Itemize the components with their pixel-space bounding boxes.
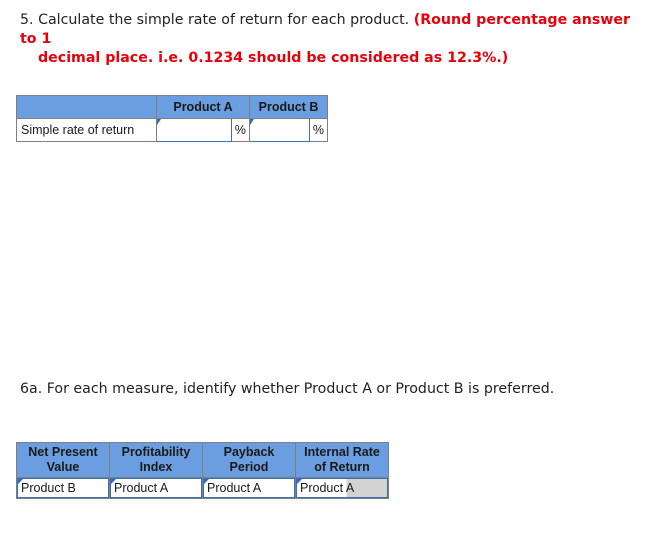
question-5-number: 5. xyxy=(20,12,34,28)
npv-select[interactable]: Product B xyxy=(17,478,109,498)
table-row: Product B Product A Product A Product A xyxy=(16,477,389,499)
header-pi-line2: Index xyxy=(139,460,173,474)
table-header-row: Net Present Value Profitability Index Payb… xyxy=(16,442,389,478)
question-5: 5. Calculate the simple rate of return f… xyxy=(20,11,640,68)
header-irr-line2: of Return xyxy=(314,460,370,474)
table-header-row: Product A Product B xyxy=(16,95,328,119)
question-5-instruction-2: decimal place. i.e. 0.1234 should be con… xyxy=(38,50,509,66)
question-6a: 6a. For each measure, identify whether P… xyxy=(20,381,555,397)
header-payback-line2: Period xyxy=(229,460,269,474)
table-row: Simple rate of return % % xyxy=(16,118,329,142)
irr-select[interactable]: Product A xyxy=(296,478,388,498)
input-flag-icon xyxy=(204,479,209,484)
profitability-index-select[interactable]: Product A xyxy=(110,478,202,498)
simple-rate-table: Product A Product B Simple rate of retur… xyxy=(16,95,329,142)
payback-selected-value: Product A xyxy=(207,481,262,495)
input-flag-icon xyxy=(250,119,254,125)
product-a-rate-input[interactable] xyxy=(156,118,232,142)
header-profitability-index: Profitability Index xyxy=(109,442,203,478)
header-payback-period: Payback Period xyxy=(202,442,296,478)
product-b-percent-unit: % xyxy=(308,118,329,142)
pi-selected-value: Product A xyxy=(114,481,169,495)
irr-cell: Product A xyxy=(295,477,389,499)
input-flag-icon xyxy=(297,479,302,484)
header-irr: Internal Rate of Return xyxy=(295,442,389,478)
product-a-percent-unit: % xyxy=(230,118,251,142)
product-b-rate-input[interactable] xyxy=(249,118,310,142)
input-flag-icon xyxy=(111,479,116,484)
npv-cell: Product B xyxy=(16,477,110,499)
header-payback-line1: Payback xyxy=(223,445,275,459)
question-5-text: Calculate the simple rate of return for … xyxy=(38,12,410,28)
header-product-a: Product A xyxy=(156,95,250,119)
preference-table: Net Present Value Profitability Index Payb… xyxy=(16,442,389,499)
payback-cell: Product A xyxy=(202,477,296,499)
input-flag-icon xyxy=(157,119,161,125)
irr-selected-value: Product A xyxy=(300,481,355,495)
payback-period-select[interactable]: Product A xyxy=(203,478,295,498)
header-product-b: Product B xyxy=(249,95,328,119)
input-flag-icon xyxy=(18,479,23,484)
header-empty xyxy=(16,95,157,119)
row-label-simple-rate: Simple rate of return xyxy=(16,118,157,142)
header-pi-line1: Profitability xyxy=(121,445,191,459)
header-npv-line2: Value xyxy=(46,460,80,474)
pi-cell: Product A xyxy=(109,477,203,499)
header-npv: Net Present Value xyxy=(16,442,110,478)
header-npv-line1: Net Present xyxy=(28,445,98,459)
header-irr-line1: Internal Rate xyxy=(304,445,380,459)
npv-selected-value: Product B xyxy=(21,481,76,495)
